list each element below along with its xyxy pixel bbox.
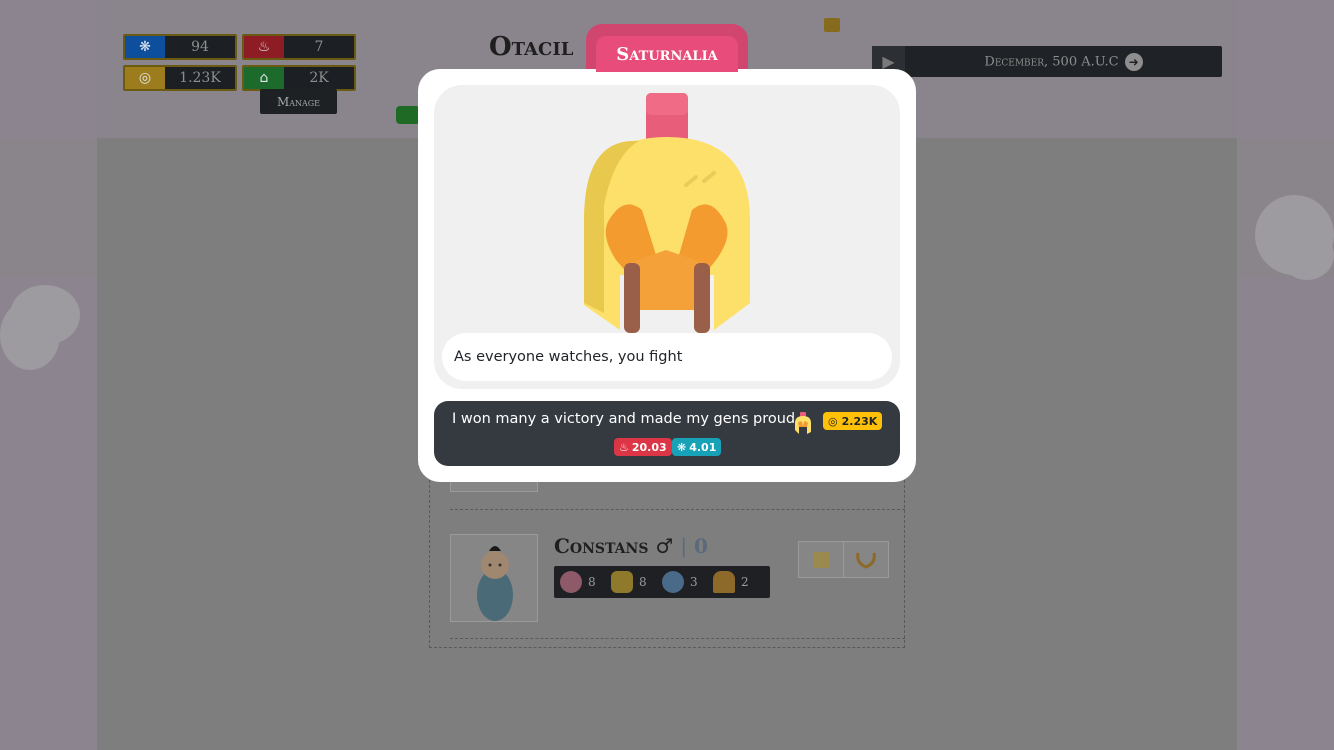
flame-icon: ♨ xyxy=(619,440,629,454)
piety-badge: ❋ 4.01 xyxy=(672,438,722,456)
heir-avatar[interactable] xyxy=(450,534,538,622)
heir-number: 0 xyxy=(694,534,708,558)
piety-badge-value: 4.01 xyxy=(689,440,717,454)
skill-military: 2 xyxy=(713,571,764,593)
choice-text[interactable]: I won many a victory and made my gens pr… xyxy=(452,411,795,427)
skill-value: 8 xyxy=(588,575,596,589)
helmet-illustration-icon xyxy=(584,93,750,333)
heir-name: Constans ♂ | 0 xyxy=(554,534,708,558)
brain-icon xyxy=(560,571,582,593)
date-bar: ▶ December, 500 A.U.C ➜ xyxy=(872,46,1222,77)
piety-stat: ❋ 94 xyxy=(123,34,237,60)
influence-badge: ♨ 20.03 xyxy=(614,438,672,456)
row-divider xyxy=(450,638,905,639)
heir-name-text: Constans xyxy=(554,534,649,558)
influence-badge-value: 20.03 xyxy=(631,440,667,454)
background-right xyxy=(1237,0,1334,750)
heir-separator: | xyxy=(680,534,688,558)
coins-value: 1.23K xyxy=(179,70,221,86)
speech-icon xyxy=(662,571,684,593)
coins-icon xyxy=(611,571,633,593)
helmet-icon xyxy=(795,412,811,434)
date-display[interactable]: December, 500 A.U.C ➜ xyxy=(905,52,1222,71)
laurel-icon xyxy=(856,552,876,569)
heir-actions xyxy=(798,541,889,578)
scroll-icon xyxy=(813,551,829,568)
date-label: December, 500 A.U.C xyxy=(984,54,1119,69)
event-description: As everyone watches, you fight xyxy=(442,333,892,381)
skill-bar: 8 8 3 2 xyxy=(554,566,770,598)
male-icon: ♂ xyxy=(655,534,674,558)
arrow-right-icon[interactable]: ➜ xyxy=(1124,52,1143,71)
manage-button[interactable]: Manage xyxy=(260,89,337,114)
coins-icon: ◎ xyxy=(828,414,838,428)
skill-rhetoric: 3 xyxy=(662,571,713,593)
baby-portrait-icon xyxy=(477,546,513,621)
flame-icon: ♨ xyxy=(244,36,284,58)
family-title: Otacil xyxy=(489,32,574,62)
cloud-decoration xyxy=(1280,230,1334,280)
helmet-icon xyxy=(713,571,735,593)
influence-value: 7 xyxy=(314,39,324,55)
laurel-button[interactable] xyxy=(844,542,888,577)
coins-icon: ◎ xyxy=(125,67,165,89)
modal-title: Saturnalia xyxy=(596,36,738,72)
cost-value: 2.23K xyxy=(841,414,878,428)
cloud-decoration xyxy=(0,300,60,370)
piety-value: 94 xyxy=(191,39,209,55)
background-left xyxy=(0,0,97,750)
gear-icon: ❋ xyxy=(677,440,687,454)
house-icon: ⌂ xyxy=(244,67,284,89)
skill-wealth: 8 xyxy=(611,571,662,593)
estate-value: 2K xyxy=(309,70,329,86)
scroll-button[interactable] xyxy=(799,542,844,577)
gear-icon: ❋ xyxy=(125,36,165,58)
skill-value: 3 xyxy=(690,575,698,589)
row-divider xyxy=(450,509,905,510)
status-pill xyxy=(396,106,420,124)
cost-badge: ◎ 2.23K xyxy=(823,412,883,430)
scroll-icon[interactable] xyxy=(824,18,840,32)
skill-intelligence: 8 xyxy=(560,571,611,593)
influence-stat: ♨ 7 xyxy=(242,34,356,60)
coins-stat: ◎ 1.23K xyxy=(123,65,237,91)
estate-stat: ⌂ 2K xyxy=(242,65,356,91)
skill-value: 8 xyxy=(639,575,647,589)
skill-value: 2 xyxy=(741,575,749,589)
